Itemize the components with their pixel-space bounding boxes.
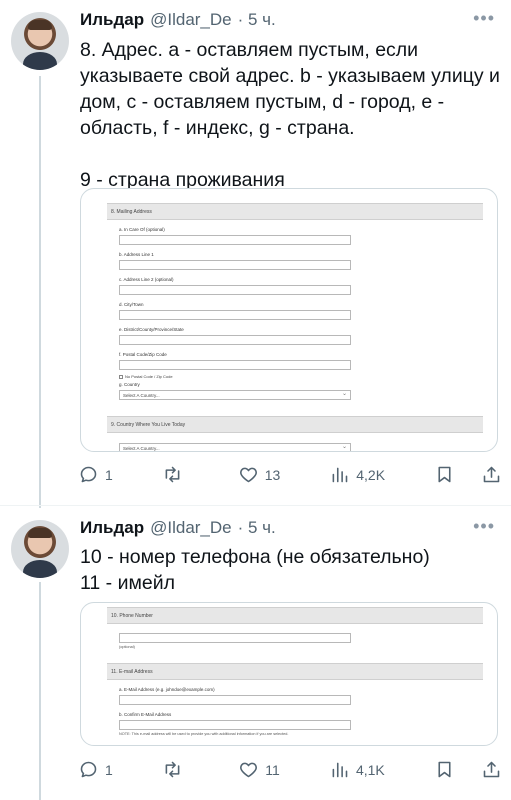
tweet-text: 8. Адрес. a - оставляем пустым, если ука… — [80, 39, 500, 191]
more-options-icon[interactable]: ••• — [473, 516, 495, 537]
author-name[interactable]: Ильдар — [80, 10, 144, 30]
author-name[interactable]: Ильдар — [80, 518, 144, 538]
form-input — [119, 360, 351, 370]
like-button[interactable]: 11 — [238, 759, 280, 780]
views-icon — [332, 762, 348, 778]
form-hint: (optional) — [119, 645, 135, 649]
tweet-time[interactable]: · 5 ч. — [238, 518, 276, 538]
form-input — [119, 695, 351, 705]
reply-count: 1 — [105, 466, 113, 483]
reply-button[interactable]: 1 — [78, 759, 113, 780]
form-note: NOTE: This e-mail address will be used t… — [119, 732, 289, 736]
share-icon[interactable] — [481, 464, 502, 485]
repost-button[interactable] — [162, 464, 189, 485]
reply-icon — [80, 761, 97, 778]
form-section-title: 11. E-mail Address — [107, 663, 483, 680]
form-section-title: 10. Phone Number — [107, 607, 483, 624]
reply-count: 1 — [105, 761, 113, 778]
heart-icon — [239, 467, 257, 483]
form-section-title: 9. Country Where You Live Today — [107, 416, 483, 433]
bookmark-icon[interactable] — [434, 759, 455, 780]
like-count: 11 — [265, 761, 280, 778]
form-field-label: b. Confirm E-Mail Address — [119, 712, 172, 717]
form-input — [119, 260, 351, 270]
like-button[interactable]: 13 — [238, 464, 281, 485]
tweet[interactable]: Ильдар @Ildar_De · 5 ч. ••• 10 - номер т… — [0, 508, 511, 800]
views-count: 4,2K — [356, 466, 386, 483]
tweet-image[interactable]: 10. Phone Number (optional) 11. E-mail A… — [80, 602, 498, 746]
tweet[interactable]: Ильдар @Ildar_De · 5 ч. ••• 8. Адрес. a … — [0, 0, 511, 505]
form-field-label: e. District/County/Province/State — [119, 327, 184, 332]
views-icon — [332, 467, 348, 483]
tweet-image[interactable]: 8. Mailing Address a. In Care Of (option… — [80, 188, 498, 452]
views-button[interactable]: 4,2K — [329, 464, 385, 485]
form-field-label: b. Address Line 1 — [119, 252, 154, 257]
form-field-label: a. In Care Of (optional) — [119, 227, 165, 232]
repost-icon — [165, 466, 180, 483]
country-select: Select A Country... — [119, 390, 351, 400]
views-button[interactable]: 4,1K — [329, 759, 385, 780]
bookmark-icon[interactable] — [434, 464, 455, 485]
form-field-label: d. City/Town — [119, 302, 144, 307]
reply-icon — [80, 466, 97, 483]
avatar[interactable] — [11, 520, 69, 578]
form-input — [119, 310, 351, 320]
form-field-label: g. Country — [119, 382, 140, 387]
form-input — [119, 235, 351, 245]
form-input — [119, 720, 351, 730]
heart-icon — [240, 762, 258, 778]
tweet-divider — [0, 505, 511, 506]
views-count: 4,1K — [355, 761, 385, 778]
form-input — [119, 633, 351, 643]
avatar[interactable] — [11, 12, 69, 70]
share-icon[interactable] — [481, 759, 502, 780]
form-input — [119, 285, 351, 295]
tweet-time[interactable]: · 5 ч. — [238, 10, 276, 30]
repost-icon — [165, 761, 180, 778]
form-section-title: 8. Mailing Address — [107, 203, 483, 220]
reply-button[interactable]: 1 — [78, 464, 113, 485]
author-handle[interactable]: @Ildar_De — [150, 10, 232, 30]
author-handle[interactable]: @Ildar_De — [150, 518, 232, 538]
more-options-icon[interactable]: ••• — [473, 8, 495, 29]
form-field-label: c. Address Line 2 (optional) — [119, 277, 174, 282]
no-postal-checkbox: No Postal Code / Zip Code — [119, 374, 483, 379]
form-field-label: a. E-Mail Address (e.g. johndoe@example.… — [119, 687, 215, 692]
like-count: 13 — [264, 466, 281, 483]
repost-button[interactable] — [162, 759, 189, 780]
country-select: Select A Country... — [119, 443, 351, 451]
form-field-label: f. Postal Code/Zip Code — [119, 352, 167, 357]
form-input — [119, 335, 351, 345]
tweet-text: 10 - номер телефона (не обязательно) 11 … — [80, 546, 430, 594]
